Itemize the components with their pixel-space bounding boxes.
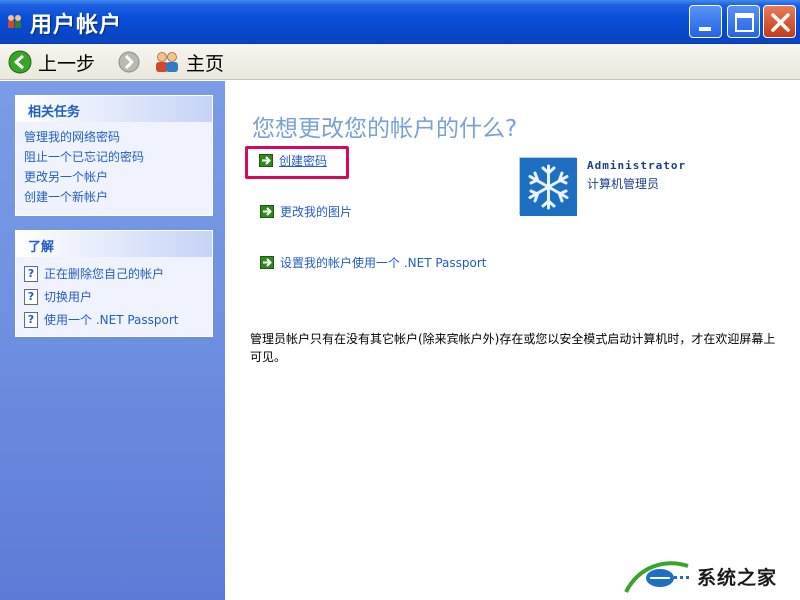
close-button[interactable] (763, 5, 796, 38)
task-sidebar: 相关任务 管理我的网络密码 阻止一个已忘记的密码 更改另一个帐户 创建一个新帐户… (0, 81, 225, 600)
home-label: 主页 (186, 52, 225, 75)
setup-net-passport-link[interactable]: 设置我的帐户使用一个 .NET Passport (260, 254, 487, 271)
home-users-icon (156, 52, 178, 72)
home-button[interactable]: 主页 (154, 49, 224, 75)
title-bar: 用户帐户 (0, 0, 800, 44)
maximize-button[interactable] (727, 5, 760, 38)
learn-header: 了解 (16, 231, 212, 257)
setup-net-passport-label: 设置我的帐户使用一个 .NET Passport (280, 256, 487, 270)
help-icon: ? (24, 288, 38, 305)
user-accounts-app-icon (6, 13, 24, 29)
task-link-change-another-account[interactable]: 更改另一个帐户 (24, 167, 204, 187)
task-link-manage-network-passwords[interactable]: 管理我的网络密码 (24, 127, 204, 147)
create-password-label: 创建密码 (279, 154, 328, 168)
green-arrow-icon (259, 154, 273, 167)
learn-panel: 了解 ? 正在删除您自己的帐户 ? 切换用户 ? 使用一个 .NET Passp… (15, 230, 213, 337)
minimize-icon (699, 27, 711, 31)
learn-item-label: 切换用户 (44, 290, 93, 304)
task-link-create-new-account[interactable]: 创建一个新帐户 (24, 187, 204, 207)
learn-item-net-passport[interactable]: ? 使用一个 .NET Passport (24, 308, 204, 331)
learn-item-delete-own-account[interactable]: ? 正在删除您自己的帐户 (24, 262, 204, 285)
learn-item-label: 正在删除您自己的帐户 (44, 267, 165, 281)
change-picture-label: 更改我的图片 (280, 205, 353, 219)
back-button[interactable]: 上一步 (8, 49, 95, 75)
related-tasks-header: 相关任务 (16, 96, 212, 122)
forward-button[interactable] (118, 49, 140, 75)
page-title: 您想更改您的帐户的什么? (252, 116, 518, 142)
task-link-prevent-forgotten-password[interactable]: 阻止一个已忘记的密码 (24, 147, 204, 167)
account-name: Administrator (587, 159, 687, 172)
account-picture (519, 157, 577, 216)
minimize-button[interactable] (689, 5, 722, 38)
learn-item-switch-user[interactable]: ? 切换用户 (24, 285, 204, 308)
forward-arrow-icon (118, 51, 140, 73)
close-icon (771, 13, 790, 32)
snowflake-icon (520, 158, 577, 216)
green-arrow-icon (260, 205, 274, 218)
change-picture-link[interactable]: 更改我的图片 (260, 203, 352, 220)
admin-visibility-note: 管理员帐户只有在没有其它帐户(除来宾帐户外)存在或您以安全模式启动计算机时，才在… (250, 332, 776, 364)
account-role: 计算机管理员 (587, 177, 660, 191)
related-tasks-panel: 相关任务 管理我的网络密码 阻止一个已忘记的密码 更改另一个帐户 创建一个新帐户 (15, 95, 213, 216)
help-icon: ? (24, 265, 38, 282)
back-label: 上一步 (38, 52, 96, 75)
window-title: 用户帐户 (30, 13, 123, 38)
maximize-icon (735, 13, 754, 32)
create-password-link[interactable]: 创建密码 (259, 152, 327, 169)
help-icon: ? (24, 311, 38, 328)
back-arrow-icon (8, 50, 32, 74)
watermark-text: 系统之家 (697, 567, 778, 589)
green-arrow-icon (260, 256, 274, 269)
learn-item-label: 使用一个 .NET Passport (44, 313, 179, 327)
navigation-toolbar: 上一步 主页 (0, 44, 800, 80)
